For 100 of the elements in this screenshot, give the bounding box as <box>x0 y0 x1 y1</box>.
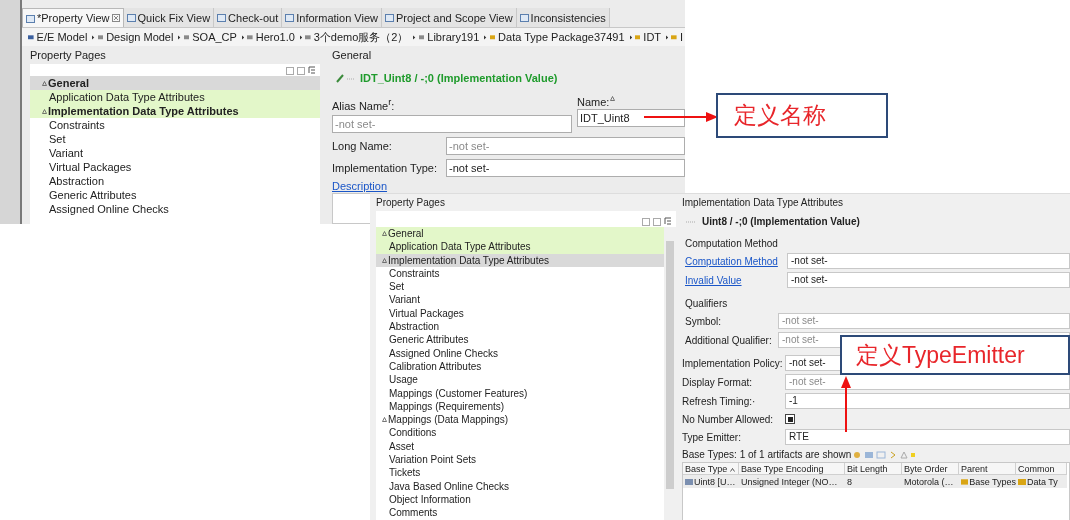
text-field[interactable]: -not set- <box>787 253 1070 269</box>
property-page-item[interactable]: Asset <box>376 439 664 454</box>
property-page-item[interactable]: Virtual Packages <box>376 306 664 321</box>
property-page-item[interactable]: Application Data Type Attributes <box>30 90 320 104</box>
property-page-item[interactable]: Generic Attributes <box>376 333 664 347</box>
text-field[interactable]: -not set- <box>446 137 685 155</box>
property-page-item[interactable]: Variation Point Sets <box>376 453 664 467</box>
triangle-icon <box>382 257 387 263</box>
table-cell: Base Types <box>969 476 1016 487</box>
property-page-item[interactable]: Abstraction <box>376 320 664 334</box>
property-page-item[interactable]: Implementation Data Type Attributes <box>30 104 320 118</box>
property-page-item[interactable]: Mappings (Customer Features) <box>376 386 664 400</box>
property-page-item[interactable]: Variant <box>376 293 664 307</box>
alias-name-field[interactable]: -not set- <box>332 115 572 133</box>
breadcrumb-item[interactable]: Hero1.0 <box>255 31 295 43</box>
close-icon[interactable] <box>111 14 120 22</box>
table-cell: Data Ty <box>1027 476 1058 487</box>
field-label: Implementation Type: <box>332 161 438 174</box>
text-field[interactable]: -not set- <box>787 272 1070 288</box>
annotation-tooltip: 定义TypeEmitter <box>840 335 1070 375</box>
column-header[interactable]: Parent <box>959 463 1016 475</box>
property-page-item[interactable]: Application Data Type Attributes <box>376 240 664 254</box>
chevron-icon <box>484 33 487 41</box>
column-header[interactable]: Byte Order <box>902 463 959 475</box>
property-page-item[interactable]: Constraints <box>376 266 664 281</box>
breadcrumb-item[interactable]: Library191 <box>427 31 480 43</box>
text-field[interactable]: -1 <box>785 393 1070 409</box>
property-page-item[interactable]: Generic Attributes <box>30 188 320 202</box>
folder-icon <box>97 33 104 41</box>
property-page-item[interactable]: Constraints <box>30 118 320 132</box>
annotation-tooltip: 定义名称 <box>716 93 888 138</box>
property-page-item[interactable]: Set <box>30 132 320 146</box>
column-header[interactable]: Base Type <box>683 463 739 475</box>
sort-icon <box>730 467 736 472</box>
property-page-item[interactable]: Abstraction <box>30 174 320 188</box>
folder-icon <box>28 33 34 41</box>
breadcrumb-item[interactable]: I <box>679 31 683 43</box>
property-page-item[interactable]: Mappings (Data Mappings) <box>376 413 664 427</box>
field-link[interactable]: Computation Method <box>685 255 787 267</box>
checkbox[interactable] <box>785 414 795 424</box>
property-page-item[interactable]: Java Based Online Checks <box>376 479 664 493</box>
table-cell: Motorola (… <box>904 476 954 487</box>
description-link[interactable]: Description <box>332 180 388 192</box>
property-page-item[interactable]: Usage <box>376 373 664 387</box>
table-toolbar-icon[interactable] <box>853 450 916 459</box>
table-caption: Base Types: 1 of 1 artifacts are shown <box>682 449 852 460</box>
column-header[interactable]: Bit Length <box>845 463 902 475</box>
text-field[interactable]: RTE <box>785 429 1070 445</box>
property-page-item[interactable]: Conditions <box>376 426 664 440</box>
arrow <box>840 376 852 432</box>
property-page-item[interactable]: Object Information <box>376 492 664 507</box>
property-page-item[interactable]: Comments <box>376 506 664 520</box>
scrollbar[interactable] <box>664 227 676 520</box>
breadcrumb-item[interactable]: 3个demo服务（2） <box>313 29 409 45</box>
table-cell: Uint8 [U… <box>694 476 736 487</box>
folder-icon <box>305 33 311 41</box>
breadcrumb-item[interactable]: Data Type Package37491 <box>498 31 625 43</box>
property-page-item[interactable]: Mappings (Requirements) <box>376 399 664 414</box>
property-page-item[interactable]: Assigned Online Checks <box>30 202 320 216</box>
field-label: Alias Name$^{r}$: <box>332 100 395 112</box>
breadcrumb-item[interactable]: IDT <box>643 31 662 43</box>
section-title: Qualifiers <box>685 297 729 311</box>
property-page-item[interactable]: Tickets <box>376 466 664 480</box>
table-cell: Unsigned Integer (NO… <box>741 476 838 487</box>
view-tab[interactable]: Information View <box>282 8 382 27</box>
property-page-item[interactable]: Set <box>376 280 664 294</box>
name-field[interactable]: IDT_Uint8 <box>577 109 685 127</box>
breadcrumb-item[interactable]: Design Model <box>106 31 174 43</box>
breadcrumb-item[interactable]: SOA_CP <box>192 31 237 43</box>
column-header[interactable]: Common <box>1016 463 1067 475</box>
column-header[interactable]: Base Type Encoding <box>739 463 845 475</box>
folder-icon <box>671 33 677 41</box>
tree-toolbar-icon[interactable] <box>642 217 672 226</box>
view-tab[interactable]: Check-out <box>214 8 283 27</box>
chevron-icon <box>629 33 632 41</box>
element-title: Uint8 / -;0 (Implementation Value) <box>702 216 860 227</box>
folder-icon <box>961 478 969 485</box>
property-page-item[interactable]: Assigned Online Checks <box>376 346 664 360</box>
text-field[interactable]: -not set- <box>778 313 1070 329</box>
property-page-item[interactable]: General <box>376 227 664 241</box>
breadcrumb-item[interactable]: E/E Model <box>36 31 88 43</box>
property-page-item[interactable]: Variant <box>30 146 320 160</box>
field-link[interactable]: Invalid Value <box>685 274 787 286</box>
view-tab[interactable]: Quick Fix View <box>123 8 215 27</box>
pencil-icon <box>336 73 356 83</box>
view-tab[interactable]: *Property View <box>22 8 124 27</box>
view-tab[interactable]: Project and Scope View <box>382 8 517 27</box>
property-page-item[interactable]: General <box>30 76 320 90</box>
triangle-icon <box>42 80 47 86</box>
panel-title: Implementation Data Type Attributes <box>682 196 843 210</box>
field-label: Additional Qualifier: <box>685 334 773 346</box>
chevron-icon <box>299 33 303 41</box>
tree-toolbar-icon[interactable] <box>286 66 316 75</box>
text-field[interactable]: -not set- <box>446 159 685 177</box>
dash-icon <box>686 219 696 224</box>
property-page-item[interactable]: Calibration Attributes <box>376 359 664 374</box>
property-page-item[interactable]: Virtual Packages <box>30 160 320 174</box>
field-label: No Number Allowed: <box>682 413 775 425</box>
field-label: Display Format: <box>682 376 753 388</box>
view-tab[interactable]: Inconsistencies <box>516 8 610 27</box>
